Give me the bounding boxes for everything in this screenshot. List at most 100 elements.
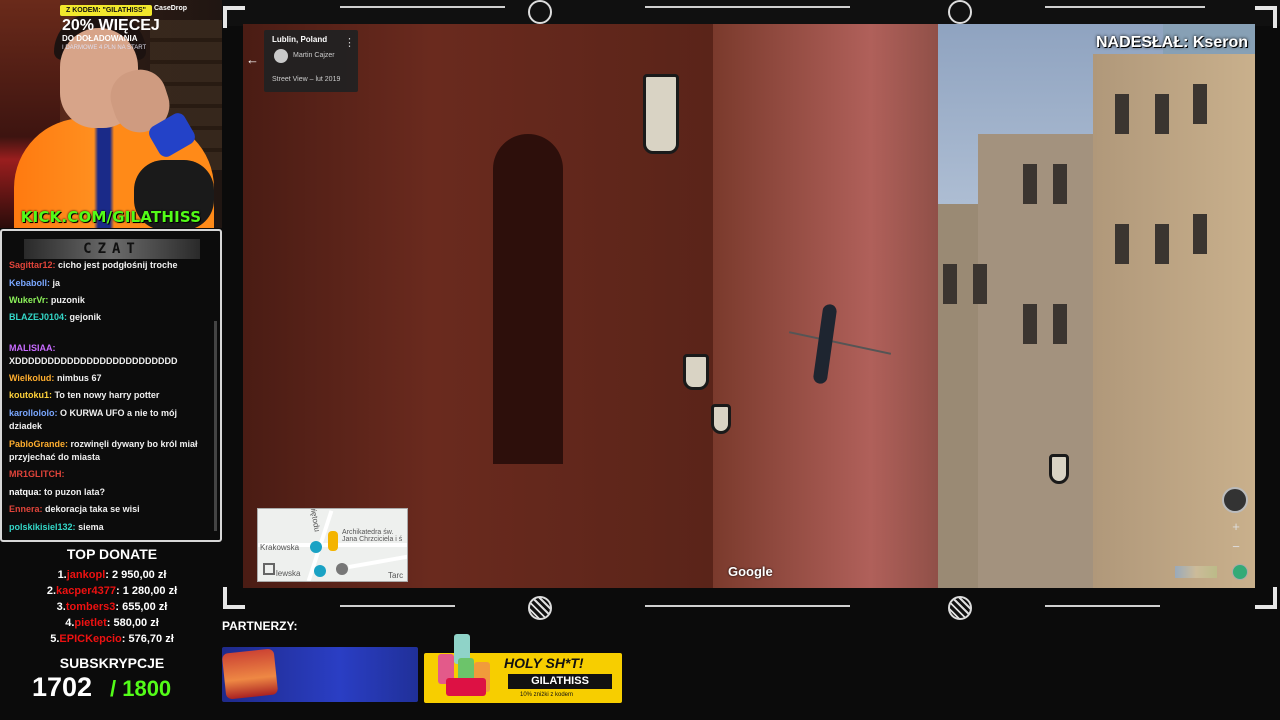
kick-handle: KICK.COM/GILATHISS xyxy=(20,208,202,226)
chat-username[interactable]: Ennera: xyxy=(9,504,43,514)
chat-message: Kebaboll: ja xyxy=(9,277,209,290)
map-street-label: Krakowska xyxy=(260,543,300,552)
chat-username[interactable]: polskikisiel132: xyxy=(9,522,76,532)
chat-message: MALISIAA: XDDDDDDDDDDDDDDDDDDDDDDDDD xyxy=(9,342,209,368)
chat-username[interactable]: BLAZEJ0104: xyxy=(9,312,67,322)
partners-label: PARTNERZY: xyxy=(222,619,298,633)
pegman-icon[interactable] xyxy=(328,531,338,551)
zoom-out-icon[interactable]: − xyxy=(1228,539,1244,554)
donate-row: 1.jankopl: 2 950,00 zł xyxy=(0,569,224,581)
donate-amount: : 1 280,00 zł xyxy=(115,585,178,597)
chat-message: koutoku1: To ten nowy harry potter xyxy=(9,389,209,402)
google-logo: Google xyxy=(728,564,773,579)
chat-username[interactable]: MR1GLITCH: xyxy=(9,469,65,479)
frame-logo-icon xyxy=(948,596,972,620)
subscriptions-goal: / 1800 xyxy=(110,676,172,701)
donate-row: 2.kacper4377: 1 280,00 zł xyxy=(0,585,224,597)
casedrop-banner[interactable] xyxy=(222,647,418,702)
holy-code: GILATHISS xyxy=(508,674,612,689)
back-arrow-icon[interactable]: ← xyxy=(246,52,259,67)
more-vertical-icon[interactable]: ⋮ xyxy=(344,36,355,49)
map-poi-label: Archikatedra św. Jana Chrzciciela i ś xyxy=(342,529,403,543)
casedrop-headline: 20% WIĘCEJ xyxy=(62,17,160,34)
chat-scrollbar[interactable] xyxy=(214,321,217,531)
chat-text: puzonik xyxy=(50,295,85,305)
donate-amount: : 576,70 zł xyxy=(121,633,174,645)
author-name[interactable]: Martin Cajzer xyxy=(293,52,335,59)
donate-amount: : 580,00 zł xyxy=(106,617,159,629)
street-lamp xyxy=(643,74,679,154)
top-donate-title: TOP DONATE xyxy=(66,546,158,562)
donate-rank: 3. xyxy=(56,601,66,613)
zoom-in-icon[interactable]: + xyxy=(1228,519,1244,534)
chat-text: XDDDDDDDDDDDDDDDDDDDDDDDDD xyxy=(9,356,178,366)
map-pin-icon xyxy=(310,541,322,553)
minimap[interactable]: Świętodu Archikatedra św. Jana Chrzcicie… xyxy=(257,508,408,582)
chat-text: to puzon lata? xyxy=(44,487,106,497)
chat-text: gejonik xyxy=(69,312,102,322)
casedrop-code: Z KODEM: "GILATHISS" xyxy=(60,5,152,16)
frame-logo-icon xyxy=(528,0,552,24)
chat-username[interactable]: MALISIAA: xyxy=(9,343,56,353)
chat-message: BLAZEJ0104: gejonik xyxy=(9,311,209,324)
treasure-chest-icon xyxy=(222,648,279,700)
donor-name: pietlet xyxy=(74,617,107,629)
chat-text: siema xyxy=(78,522,104,532)
location-name: Lublin, Poland xyxy=(272,35,328,44)
author-avatar xyxy=(274,49,288,63)
donor-name: tombers3 xyxy=(65,601,116,613)
chat-message: karollololo: O KURWA UFO a nie to mój dz… xyxy=(9,407,209,433)
chat-username[interactable]: PabloGrande: xyxy=(9,439,68,449)
street-lamp xyxy=(711,404,731,434)
donor-name: kacper4377 xyxy=(56,585,116,597)
holy-title: HOLY SH*T! xyxy=(504,655,584,671)
casedrop-brand: CaseDrop xyxy=(154,5,188,12)
donor-name: EPICKepcio xyxy=(59,633,122,645)
street-lamp xyxy=(683,354,709,390)
chat-text: ja xyxy=(52,278,61,288)
chat-text: To ten nowy harry potter xyxy=(54,390,160,400)
chat-message: natqua: to puzon lata? xyxy=(9,486,209,499)
donate-rank: 1. xyxy=(57,569,67,581)
capture-date: Street View – lut 2019 xyxy=(272,76,341,83)
street-view-panorama[interactable]: Google xyxy=(243,24,1255,588)
chat-username[interactable]: natqua: xyxy=(9,487,42,497)
chat-username[interactable]: Sagittar12: xyxy=(9,260,56,270)
map-street-label: lewska xyxy=(276,569,301,578)
compass-icon[interactable] xyxy=(1222,487,1248,513)
chat-message: PabloGrande: rozwinęli dywany bo król mi… xyxy=(9,438,209,464)
donate-rank: 2. xyxy=(46,585,57,597)
expand-icon[interactable] xyxy=(263,563,275,575)
chat-username[interactable]: koutoku1: xyxy=(9,390,52,400)
donate-amount: : 655,00 zł xyxy=(115,601,168,613)
map-pin-icon xyxy=(336,563,348,575)
donate-row: 5.EPICKepcio: 576,70 zł xyxy=(0,633,224,645)
chat-username[interactable]: Kebaboll: xyxy=(9,278,50,288)
layer-thumbnail[interactable] xyxy=(1175,566,1217,578)
subscriptions-title: SUBSKRYPCJE xyxy=(59,655,165,671)
chat-message: polskikisiel132: siema xyxy=(9,521,209,534)
holy-subline: 10% zniżki z kodem xyxy=(520,692,574,698)
chat-username[interactable]: Wielkolud: xyxy=(9,373,54,383)
chat-message: WukerVr: puzonik xyxy=(9,294,209,307)
donor-name: jankopl xyxy=(66,569,106,581)
map-street-label: Tarc xyxy=(388,571,404,580)
frame-logo-icon xyxy=(948,0,972,24)
casedrop-fineprint: I DARMOWE 4 PLN NA START xyxy=(62,45,147,51)
chat-message: MR1GLITCH: xyxy=(9,468,209,481)
map-street-label: Świętodu xyxy=(307,508,322,533)
donate-amount: : 2 950,00 zł xyxy=(105,569,167,581)
chat-message: Sagittar12: cicho jest podgłośnij troche xyxy=(9,259,209,272)
chat-text: dekoracja taka se wisi xyxy=(45,504,140,514)
chat-username[interactable]: WukerVr: xyxy=(9,295,48,305)
frame-logo-icon xyxy=(528,596,552,620)
chat-text: nimbus 67 xyxy=(56,373,102,383)
chat-message: Ennera: dekoracja taka se wisi xyxy=(9,503,209,516)
chat-text: cicho jest podgłośnij troche xyxy=(58,260,178,270)
chat-header: CZAT xyxy=(24,239,200,259)
casedrop-subline: DO DOŁADOWANIA xyxy=(62,34,138,43)
map-pin-icon xyxy=(314,565,326,577)
donate-row: 3.tombers3: 655,00 zł xyxy=(0,601,224,613)
layers-icon[interactable] xyxy=(1232,564,1248,580)
chat-username[interactable]: karollololo: xyxy=(9,408,58,418)
